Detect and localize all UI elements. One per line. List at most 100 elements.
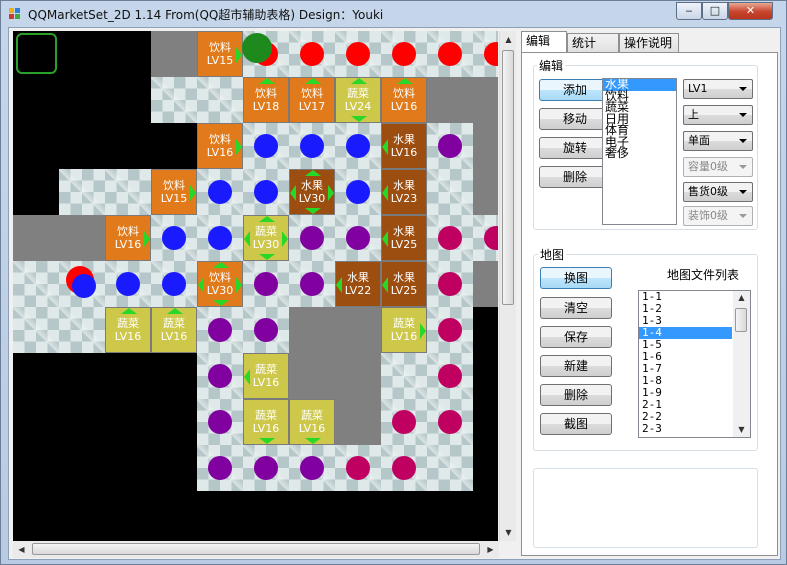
- floor-tile[interactable]: [197, 353, 243, 399]
- floor-tile[interactable]: [427, 261, 473, 307]
- floor-tile[interactable]: [151, 215, 197, 261]
- floor-tile[interactable]: [197, 77, 243, 123]
- maximize-button[interactable]: □: [702, 2, 728, 20]
- floor-tile[interactable]: [243, 307, 289, 353]
- floor-tile[interactable]: [13, 261, 59, 307]
- title-bar[interactable]: QQMarketSet_2D 1.14 From(QQ超市辅助表格) Desig…: [1, 1, 786, 27]
- change-map-button[interactable]: 换图: [540, 267, 612, 289]
- shelf-tile[interactable]: 蔬菜 LV16: [105, 307, 151, 353]
- floor-tile[interactable]: [335, 169, 381, 215]
- shelf-tile[interactable]: 饮料 LV16: [105, 215, 151, 261]
- floor-tile[interactable]: [197, 445, 243, 491]
- map-file-item[interactable]: 2-3: [639, 423, 732, 435]
- floor-tile[interactable]: [381, 399, 427, 445]
- floor-tile[interactable]: [427, 31, 473, 77]
- rotate-button[interactable]: 旋转: [539, 137, 611, 159]
- floor-tile[interactable]: [427, 215, 473, 261]
- shelf-tile[interactable]: 蔬菜 LV30: [243, 215, 289, 261]
- floor-tile[interactable]: [243, 261, 289, 307]
- sales-select[interactable]: 售货0级: [683, 182, 753, 202]
- store-map-canvas[interactable]: 饮料 LV15 饮料 LV18 饮料 LV17 蔬菜 LV24 饮料 LV16 饮料 LV16 水果 LV…: [13, 31, 498, 541]
- tab-help[interactable]: 操作说明: [619, 33, 679, 52]
- tab-stats[interactable]: 统计: [567, 33, 619, 52]
- delete-button[interactable]: 删除: [539, 166, 611, 188]
- scroll-down-arrow-icon[interactable]: ▼: [500, 524, 517, 541]
- tab-edit[interactable]: 编辑: [521, 31, 567, 53]
- floor-tile[interactable]: [427, 307, 473, 353]
- floor-tile[interactable]: [197, 169, 243, 215]
- floor-tile[interactable]: [381, 445, 427, 491]
- shelf-tile[interactable]: 蔬菜 LV16: [289, 399, 335, 445]
- map-horizontal-scrollbar[interactable]: ◀ ▶: [13, 541, 499, 558]
- floor-tile[interactable]: [59, 169, 105, 215]
- floor-tile[interactable]: [197, 215, 243, 261]
- map-file-list[interactable]: 1-1 1-2 1-3 1-4 1-5 1-6 1-7 1-8 1-9 2-1 2-2 2-3 ▲ ▼: [638, 290, 751, 438]
- shelf-tile[interactable]: 蔬菜 LV16: [381, 307, 427, 353]
- floor-tile[interactable]: [427, 123, 473, 169]
- shelf-tile[interactable]: 饮料 LV17: [289, 77, 335, 123]
- level-select[interactable]: LV1: [683, 79, 753, 99]
- floor-tile[interactable]: [197, 399, 243, 445]
- direction-select[interactable]: 上: [683, 105, 753, 125]
- floor-tile[interactable]: [427, 169, 473, 215]
- floor-tile[interactable]: [473, 215, 498, 261]
- side-select[interactable]: 单面: [683, 131, 753, 151]
- delete-map-button[interactable]: 删除: [540, 384, 612, 406]
- scroll-left-arrow-icon[interactable]: ◀: [13, 541, 30, 558]
- move-button[interactable]: 移动: [539, 108, 611, 130]
- floor-tile[interactable]: [151, 77, 197, 123]
- shelf-tile[interactable]: 蔬菜 LV16: [243, 353, 289, 399]
- floor-tile[interactable]: [473, 31, 498, 77]
- shelf-tile[interactable]: 饮料 LV30: [197, 261, 243, 307]
- floor-tile[interactable]: [289, 215, 335, 261]
- floor-tile[interactable]: [289, 261, 335, 307]
- shelf-tile[interactable]: 饮料 LV18: [243, 77, 289, 123]
- shelf-tile[interactable]: 饮料 LV15: [197, 31, 243, 77]
- floor-tile[interactable]: [13, 307, 59, 353]
- scroll-thumb-horizontal[interactable]: [32, 543, 480, 555]
- floor-tile[interactable]: [59, 307, 105, 353]
- floor-tile[interactable]: [335, 445, 381, 491]
- floor-tile[interactable]: [427, 353, 473, 399]
- shelf-tile[interactable]: 蔬菜 LV16: [243, 399, 289, 445]
- floor-tile[interactable]: [289, 445, 335, 491]
- screenshot-button[interactable]: 截图: [540, 413, 612, 435]
- floor-tile[interactable]: [427, 445, 473, 491]
- floor-tile[interactable]: [197, 307, 243, 353]
- floor-tile[interactable]: [335, 215, 381, 261]
- floor-tile[interactable]: [243, 123, 289, 169]
- floor-tile[interactable]: [105, 169, 151, 215]
- scroll-up-arrow-icon[interactable]: ▲: [500, 31, 517, 48]
- shelf-tile[interactable]: 水果 LV22: [335, 261, 381, 307]
- shelf-tile[interactable]: 水果 LV16: [381, 123, 427, 169]
- save-button[interactable]: 保存: [540, 326, 612, 348]
- floor-tile[interactable]: [105, 261, 151, 307]
- scroll-down-arrow-icon[interactable]: ▼: [733, 423, 750, 437]
- floor-tile[interactable]: [381, 353, 427, 399]
- shelf-tile[interactable]: 蔬菜 LV16: [151, 307, 197, 353]
- shelf-tile[interactable]: 水果 LV30: [289, 169, 335, 215]
- floor-tile[interactable]: [427, 399, 473, 445]
- shelf-tile[interactable]: 饮料 LV15: [151, 169, 197, 215]
- floor-tile[interactable]: [243, 169, 289, 215]
- minimize-button[interactable]: ‒: [676, 2, 702, 20]
- new-button[interactable]: 新建: [540, 355, 612, 377]
- add-button[interactable]: 添加: [539, 79, 611, 101]
- clear-button[interactable]: 清空: [540, 297, 612, 319]
- scroll-up-arrow-icon[interactable]: ▲: [733, 291, 750, 305]
- floor-tile[interactable]: [243, 445, 289, 491]
- scroll-right-arrow-icon[interactable]: ▶: [482, 541, 499, 558]
- floor-tile[interactable]: [381, 31, 427, 77]
- shelf-tile[interactable]: 饮料 LV16: [197, 123, 243, 169]
- floor-tile[interactable]: [59, 261, 105, 307]
- shelf-tile[interactable]: 蔬菜 LV24: [335, 77, 381, 123]
- category-item[interactable]: 奢侈: [603, 147, 676, 160]
- category-list[interactable]: 水果 饮料 蔬菜 日用 体育 电子 奢侈: [602, 78, 677, 225]
- shelf-tile[interactable]: 饮料 LV16: [381, 77, 427, 123]
- floor-tile[interactable]: [151, 261, 197, 307]
- floor-tile[interactable]: [289, 31, 335, 77]
- shelf-tile[interactable]: 水果 LV25: [381, 261, 427, 307]
- shelf-tile[interactable]: 水果 LV23: [381, 169, 427, 215]
- floor-tile[interactable]: [289, 123, 335, 169]
- scroll-thumb[interactable]: [735, 308, 747, 332]
